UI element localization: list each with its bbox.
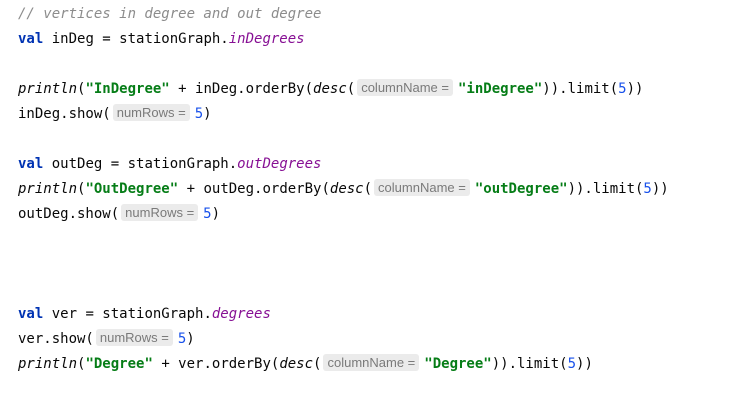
- function-token: desc: [329, 181, 364, 197]
- property-token: inDegrees: [228, 31, 305, 47]
- number-literal: 5: [618, 81, 627, 97]
- function-token: desc: [279, 356, 314, 372]
- code-comment: // vertices in degree and out degree: [18, 6, 322, 22]
- code-line[interactable]: val ver = stationGraph.degrees: [18, 302, 271, 326]
- code-text: )).limit(: [491, 356, 568, 372]
- code-text: )): [626, 81, 644, 97]
- string-literal: "Degree": [424, 356, 492, 372]
- code-text: + ver.orderBy(: [152, 356, 280, 372]
- code-editor[interactable]: // vertices in degree and out degree val…: [0, 0, 730, 401]
- property-token: outDegrees: [237, 156, 322, 172]
- code-text: inDeg.show(: [18, 106, 111, 122]
- code-text: ver = stationGraph.: [43, 306, 212, 322]
- property-token: degrees: [211, 306, 271, 322]
- code-line[interactable]: outDeg.show(numRows = 5): [18, 202, 220, 226]
- keyword-token: val: [18, 156, 44, 172]
- code-text: ): [186, 331, 195, 347]
- function-token: desc: [313, 81, 347, 97]
- code-text: + outDeg.orderBy(: [178, 181, 330, 197]
- string-literal: "Degree": [85, 356, 153, 372]
- code-text: (: [346, 81, 356, 97]
- code-text: )): [576, 356, 593, 372]
- string-literal: "inDegree": [458, 81, 543, 97]
- code-text: )): [651, 181, 669, 197]
- code-line[interactable]: inDeg.show(numRows = 5): [18, 102, 212, 126]
- code-text: outDeg = stationGraph.: [43, 156, 238, 172]
- code-text: (: [313, 356, 322, 372]
- parameter-hint: columnName =: [357, 79, 453, 96]
- code-text: outDeg.show(: [18, 206, 120, 222]
- code-line[interactable]: println("Degree" + ver.orderBy(desc(colu…: [18, 352, 593, 376]
- keyword-token: val: [18, 306, 44, 322]
- code-line[interactable]: val inDeg = stationGraph.inDegrees: [18, 27, 305, 51]
- parameter-hint: columnName =: [374, 179, 470, 196]
- code-line[interactable]: // vertices in degree and out degree: [18, 2, 321, 26]
- code-text: )).limit(: [567, 181, 644, 197]
- code-text: ): [203, 106, 212, 122]
- code-line[interactable]: val outDeg = stationGraph.outDegrees: [18, 152, 321, 176]
- function-token: println: [18, 356, 78, 372]
- code-text: (: [363, 181, 373, 197]
- function-token: println: [18, 81, 78, 97]
- code-line[interactable]: println ( "OutDegree" + outDeg.orderBy(des…: [18, 177, 669, 201]
- code-line[interactable]: ver.show(numRows = 5): [18, 327, 195, 351]
- code-text: ver.show(: [18, 331, 94, 347]
- parameter-hint: numRows =: [112, 104, 190, 121]
- parameter-hint: numRows =: [121, 204, 199, 221]
- string-literal: "outDegree": [474, 181, 568, 197]
- parameter-hint: columnName =: [323, 354, 420, 371]
- function-token: println: [18, 181, 78, 197]
- code-line[interactable]: println("InDegree" + inDeg.orderBy(desc(…: [18, 77, 643, 101]
- parameter-hint: numRows =: [95, 329, 173, 346]
- code-text: + inDeg.orderBy(: [169, 81, 314, 97]
- keyword-token: val: [18, 31, 44, 47]
- number-literal: 5: [643, 181, 652, 197]
- number-literal: 5: [567, 356, 577, 372]
- string-literal: "OutDegree": [85, 181, 179, 197]
- number-literal: 5: [203, 206, 212, 222]
- code-text: inDeg = stationGraph.: [43, 31, 229, 47]
- code-text: )).limit(: [542, 81, 619, 97]
- number-literal: 5: [194, 106, 204, 122]
- code-text: ): [211, 206, 221, 222]
- string-literal: "InDegree": [85, 81, 170, 97]
